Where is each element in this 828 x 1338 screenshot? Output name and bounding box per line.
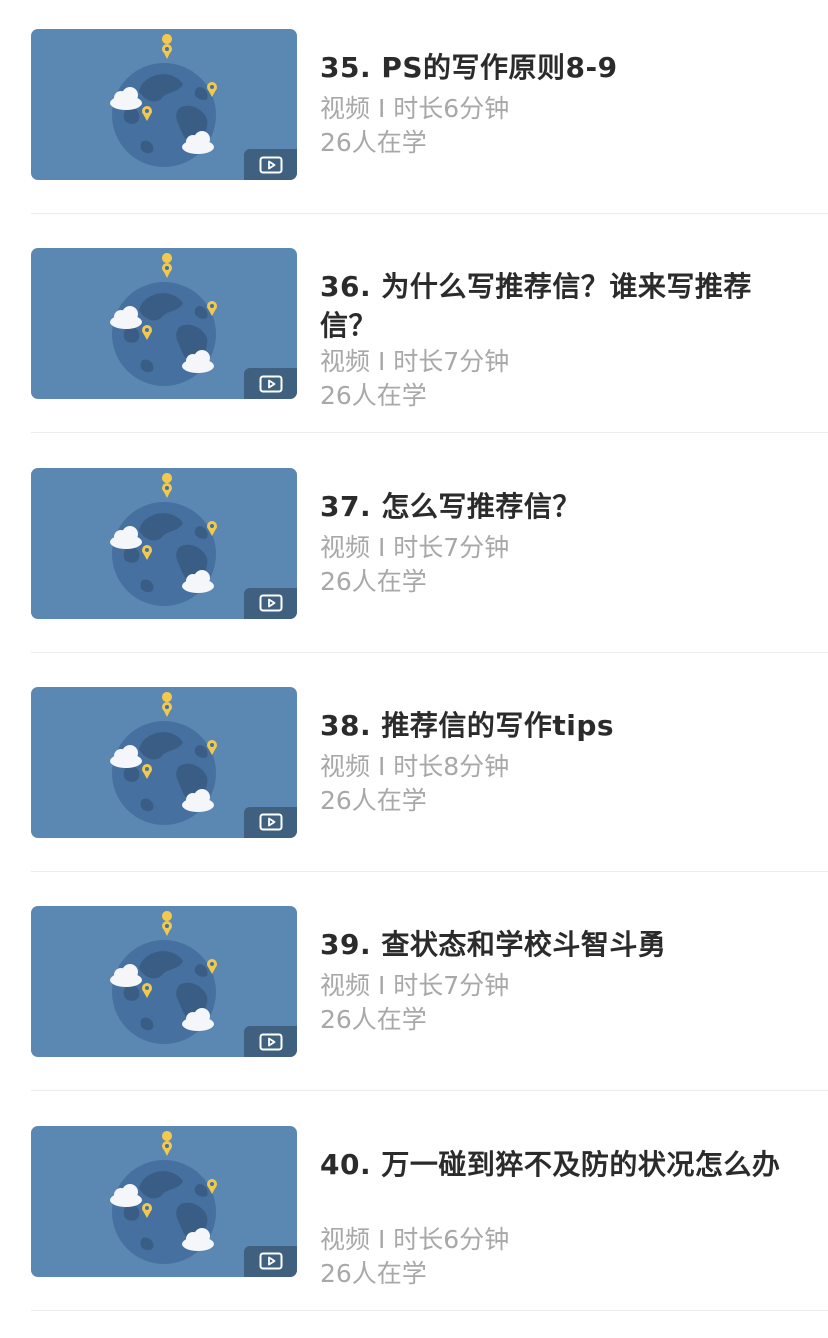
lesson-meta: 视频 I 时长6分钟 (320, 92, 509, 126)
lesson-meta: 视频 I 时长6分钟 (320, 1223, 509, 1257)
video-badge (244, 587, 297, 619)
lesson-title[interactable]: 40. 万一碰到猝不及防的状况怎么办 (320, 1145, 790, 1184)
lesson-duration: 时长6分钟 (393, 94, 510, 123)
video-badge (244, 149, 297, 180)
lesson-learners: 26人在学 (320, 381, 427, 411)
lesson-title[interactable]: 36. 为什么写推荐信？谁来写推荐信？ (320, 267, 790, 345)
lesson-duration: 时长8分钟 (393, 751, 510, 781)
video-badge (244, 368, 297, 400)
video-play-icon (259, 1252, 282, 1270)
lesson-type: 视频 (320, 751, 371, 781)
lesson-learners: 26人在学 (320, 1258, 427, 1288)
lesson-duration: 时长6分钟 (393, 1224, 510, 1254)
meta-separator: I (370, 971, 394, 1001)
meta-separator: I (370, 1224, 394, 1254)
lesson-type: 视频 (320, 1224, 371, 1254)
lesson-type: 视频 (320, 532, 371, 562)
lesson-duration: 时长7分钟 (393, 971, 510, 1001)
lesson-meta: 视频 I 时长7分钟 (320, 969, 509, 1003)
lesson-thumbnail[interactable] (31, 29, 297, 180)
lesson-type: 视频 (320, 94, 371, 123)
lesson-learners: 26人在学 (320, 566, 427, 596)
meta-separator: I (370, 751, 394, 781)
lesson-type: 视频 (320, 347, 371, 377)
lesson-duration: 时长7分钟 (393, 532, 510, 562)
lesson-type: 视频 (320, 971, 371, 1001)
video-badge (244, 806, 297, 838)
video-play-icon (259, 813, 282, 831)
lesson-item[interactable]: 35. PS的写作原则8-9 视频 I 时长6分钟 26人在学 (0, 0, 828, 219)
lesson-meta: 视频 I 时长7分钟 (320, 345, 509, 379)
divider (31, 651, 828, 653)
meta-separator: I (370, 347, 394, 377)
lesson-item[interactable]: 40. 万一碰到猝不及防的状况怎么办 视频 I 时长6分钟 26人在学 (0, 1097, 828, 1316)
lesson-thumbnail[interactable] (31, 906, 297, 1058)
lesson-item[interactable]: 39. 查状态和学校斗智斗勇 视频 I 时长7分钟 26人在学 (0, 877, 828, 1096)
video-play-icon (259, 1033, 282, 1051)
lesson-learners: 26人在学 (320, 128, 427, 157)
lesson-meta: 视频 I 时长8分钟 (320, 750, 509, 784)
lesson-meta: 视频 I 时长7分钟 (320, 531, 509, 565)
divider (31, 1309, 828, 1311)
divider (31, 432, 828, 434)
divider (31, 213, 828, 214)
lesson-title[interactable]: 39. 查状态和学校斗智斗勇 (320, 925, 790, 964)
meta-separator: I (370, 94, 394, 123)
meta-separator: I (370, 532, 394, 562)
video-badge (244, 1245, 297, 1277)
video-play-icon (259, 156, 282, 173)
video-play-icon (259, 375, 282, 393)
lesson-thumbnail[interactable] (31, 248, 297, 400)
lesson-title[interactable]: 38. 推荐信的写作tips (320, 706, 790, 745)
lesson-title[interactable]: 37. 怎么写推荐信？ (320, 487, 790, 526)
video-badge (244, 1026, 297, 1058)
lesson-item[interactable]: 37. 怎么写推荐信？ 视频 I 时长7分钟 26人在学 (0, 439, 828, 658)
lesson-title[interactable]: 35. PS的写作原则8-9 (320, 48, 790, 87)
lesson-item[interactable]: 38. 推荐信的写作tips 视频 I 时长8分钟 26人在学 (0, 658, 828, 877)
lesson-duration: 时长7分钟 (393, 347, 510, 377)
lesson-item[interactable]: 36. 为什么写推荐信？谁来写推荐信？ 视频 I 时长7分钟 26人在学 (0, 219, 828, 438)
lesson-learners: 26人在学 (320, 1005, 427, 1035)
lesson-thumbnail[interactable] (31, 686, 297, 838)
lesson-thumbnail[interactable] (31, 467, 297, 619)
video-play-icon (259, 594, 282, 612)
lesson-learners: 26人在学 (320, 785, 427, 815)
lesson-thumbnail[interactable] (31, 1125, 297, 1277)
divider (31, 1090, 828, 1092)
divider (31, 870, 828, 872)
